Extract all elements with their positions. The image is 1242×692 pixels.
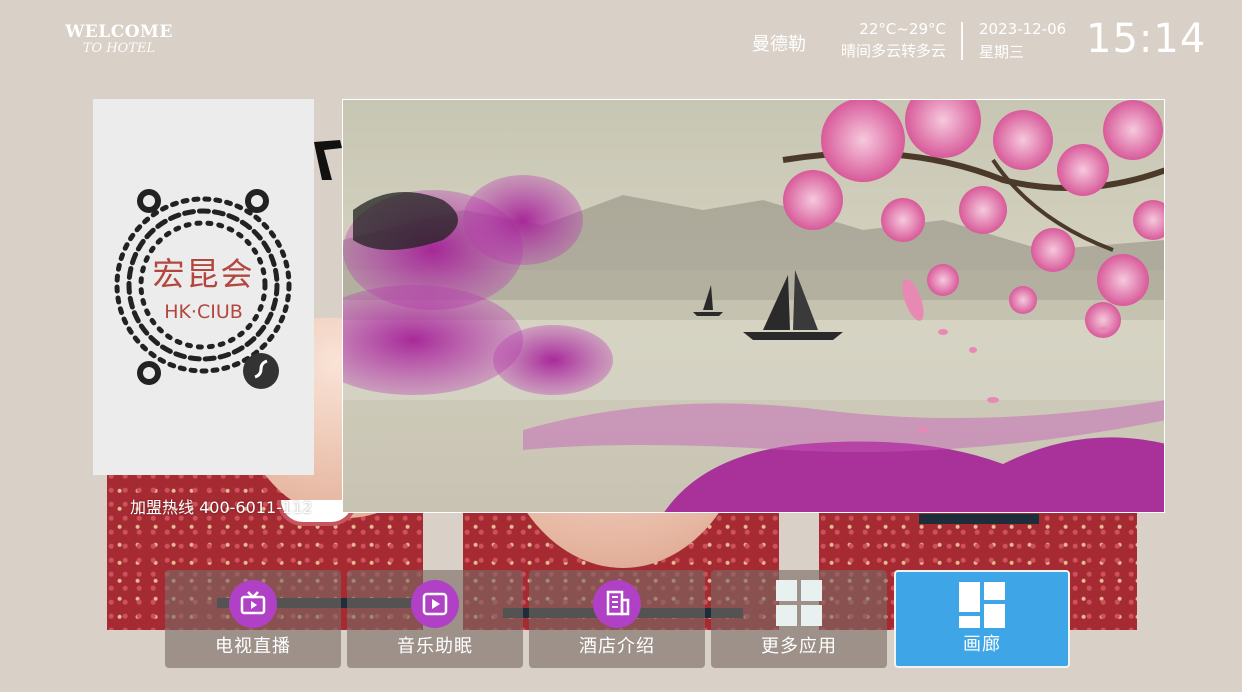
play-icon bbox=[411, 580, 459, 628]
nav-gallery[interactable]: 画廊 bbox=[894, 570, 1070, 668]
ink-brush-fragment bbox=[314, 140, 342, 180]
city-name: 曼德勒 bbox=[752, 34, 806, 55]
hotel-welcome-logo: WELCOME TO HOTEL bbox=[64, 22, 174, 56]
featured-video-player[interactable] bbox=[342, 99, 1165, 513]
temperature-range: 22°C~29°C bbox=[859, 20, 946, 38]
nav-hotel-intro[interactable]: 酒店介绍 bbox=[529, 570, 705, 668]
to-hotel-text: TO HOTEL bbox=[82, 41, 156, 56]
qr-code-card[interactable]: 宏昆会 HK·CIUB bbox=[93, 99, 314, 475]
nav-music-sleep[interactable]: 音乐助眠 bbox=[347, 570, 523, 668]
collar-trim bbox=[919, 514, 1039, 524]
weekday-text: 星期三 bbox=[979, 43, 1025, 61]
welcome-text: WELCOME bbox=[65, 22, 173, 42]
nav-tv-live[interactable]: 电视直播 bbox=[165, 570, 341, 668]
weather-info: 22°C~29°C 晴间多云转多云 bbox=[828, 20, 946, 61]
hotel-tv-home: WELCOME TO HOTEL 曼德勒 22°C~29°C 晴间多云转多云 2… bbox=[0, 0, 1242, 692]
header-divider bbox=[961, 22, 963, 60]
nav-label: 更多应用 bbox=[761, 636, 837, 657]
clock-time: 15:14 bbox=[1086, 16, 1207, 62]
date-text: 2023-12-06 bbox=[979, 20, 1067, 38]
building-icon bbox=[593, 580, 641, 628]
nav-label: 酒店介绍 bbox=[579, 636, 655, 657]
nav-label: 画廊 bbox=[963, 634, 1001, 655]
tv-icon bbox=[229, 580, 277, 628]
qr-brand-chinese: 宏昆会 bbox=[152, 255, 255, 293]
nav-label: 电视直播 bbox=[215, 636, 291, 657]
qr-brand-english: HK·CIUB bbox=[164, 301, 243, 323]
nav-label: 音乐助眠 bbox=[397, 636, 473, 657]
franchise-hotline: 加盟热线 400-6011-112 bbox=[130, 498, 313, 517]
nav-more-apps[interactable]: 更多应用 bbox=[711, 570, 887, 668]
app-grid-icon bbox=[776, 580, 822, 626]
gallery-icon bbox=[959, 582, 1005, 628]
date-info: 2023-12-06 星期三 bbox=[979, 20, 1066, 62]
weather-description: 晴间多云转多云 bbox=[840, 42, 946, 60]
ink-painting-scene bbox=[343, 100, 1164, 512]
